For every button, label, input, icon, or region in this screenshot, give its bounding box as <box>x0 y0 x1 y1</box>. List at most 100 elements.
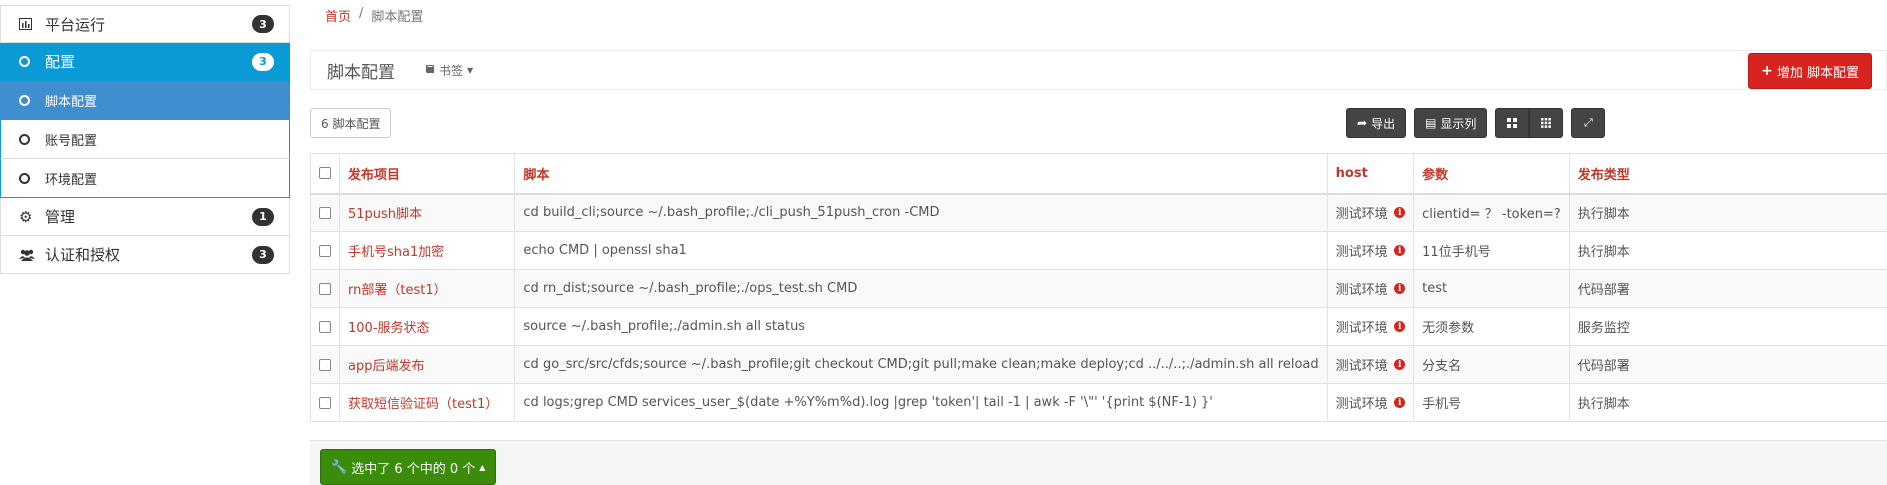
sidebar-item-label: 脚本配置 <box>45 94 98 110</box>
row-params: 无须参数 <box>1413 307 1570 346</box>
bookmark-label: 书签 <box>439 63 464 78</box>
columns-button[interactable]: ▤ 显示列 <box>1414 108 1488 138</box>
select-all-cell <box>310 153 340 194</box>
view-toggle <box>1495 108 1564 138</box>
row-checkbox[interactable] <box>319 206 331 219</box>
columns-label: 显示列 <box>1440 116 1477 131</box>
table-row: 获取短信验证码（test1） cd logs;grep CMD services… <box>310 383 1887 422</box>
share-icon: ➦ <box>1357 116 1368 130</box>
row-type: 执行脚本 <box>1568 193 1887 232</box>
caret-down-icon: ▼ <box>467 65 474 75</box>
sidebar-item-manage[interactable]: ⚙ 管理 1 <box>0 198 290 236</box>
table-row: app后端发布 cd go_src/src/cfds;source ~/.bas… <box>310 345 1887 384</box>
row-project-link[interactable]: 获取短信验证码（test1） <box>338 383 516 422</box>
row-host: 测试环境 <box>1335 207 1388 223</box>
column-header-script[interactable]: 脚本 <box>514 153 1328 194</box>
record-count: 6 脚本配置 <box>310 108 392 138</box>
sidebar-item-label: 认证和授权 <box>45 246 121 264</box>
selection-label: 选中了 6 个中的 0 个 <box>351 461 476 477</box>
row-script: cd rn_dist;source ~/.bash_profile;./ops_… <box>514 269 1328 308</box>
sidebar-item-script-config[interactable]: 脚本配置 <box>0 81 290 120</box>
row-type: 执行脚本 <box>1568 231 1887 270</box>
table-row: 51push脚本 cd build_cli;source ~/.bash_pro… <box>310 193 1887 232</box>
grid-small-icon[interactable] <box>1529 108 1564 138</box>
row-params: 手机号 <box>1413 383 1570 422</box>
row-params: clientid= ？ -token=? <box>1413 193 1570 232</box>
row-host: 测试环境 <box>1335 283 1388 298</box>
row-project-link[interactable]: app后端发布 <box>338 345 516 384</box>
row-host: 测试环境 <box>1335 397 1388 412</box>
select-all-checkbox[interactable] <box>319 167 331 180</box>
sidebar-item-label: 环境配置 <box>45 172 98 188</box>
circle-icon <box>19 133 37 145</box>
sidebar: 平台运行 3 配置 3 脚本配置 账号配置 环境配置 ⚙ 管理 1 认证和授权 … <box>0 5 290 274</box>
script-config-table: 发布项目 脚本 host 参数 发布类型 51push脚本 cd build_c… <box>310 153 1887 422</box>
row-checkbox[interactable] <box>319 244 331 257</box>
row-checkbox[interactable] <box>319 396 331 409</box>
sidebar-item-env-config[interactable]: 环境配置 <box>0 159 290 198</box>
gear-icon: ⚙ <box>19 207 33 226</box>
table-toolbar: ➦ 导出 ▤ 显示列 ⤢ <box>1346 108 1606 138</box>
column-header-type[interactable]: 发布类型 <box>1568 153 1887 194</box>
info-icon[interactable]: i <box>1394 321 1406 332</box>
row-project-link[interactable]: 51push脚本 <box>338 193 516 232</box>
circle-icon <box>19 172 37 184</box>
row-checkbox[interactable] <box>319 320 331 333</box>
sidebar-item-account-config[interactable]: 账号配置 <box>0 120 290 159</box>
row-host: 测试环境 <box>1335 321 1388 336</box>
column-header-project[interactable]: 发布项目 <box>338 153 516 194</box>
info-icon[interactable]: i <box>1394 397 1406 408</box>
bar-chart-icon <box>19 18 37 30</box>
row-host: 测试环境 <box>1335 245 1388 260</box>
table-row: 100-服务状态 source ~/.bash_profile;./admin.… <box>310 307 1887 346</box>
actions-footer: 🔧 选中了 6 个中的 0 个 ▲ <box>310 440 1887 485</box>
info-icon[interactable]: i <box>1394 359 1406 370</box>
row-type: 服务监控 <box>1568 307 1887 346</box>
count-badge: 1 <box>252 207 274 226</box>
breadcrumb: 首页 / 脚本配置 <box>325 6 423 25</box>
fullscreen-icon[interactable]: ⤢ <box>1571 108 1606 138</box>
sidebar-item-label: 配置 <box>45 53 76 71</box>
row-host: 测试环境 <box>1335 359 1388 374</box>
table-row: 手机号sha1加密 echo CMD | openssl sha1 测试环境 i … <box>310 231 1887 270</box>
add-script-config-button[interactable]: + 增加 脚本配置 <box>1748 53 1872 89</box>
row-script: echo CMD | openssl sha1 <box>514 231 1328 270</box>
row-project-link[interactable]: 手机号sha1加密 <box>338 231 516 270</box>
breadcrumb-home[interactable]: 首页 <box>325 6 351 25</box>
row-params: test <box>1413 269 1570 308</box>
export-label: 导出 <box>1371 116 1396 131</box>
circle-icon <box>19 56 37 67</box>
info-icon[interactable]: i <box>1394 207 1406 219</box>
sidebar-item-platform[interactable]: 平台运行 3 <box>0 5 290 43</box>
sidebar-item-label: 平台运行 <box>45 15 106 34</box>
row-project-link[interactable]: 100-服务状态 <box>338 307 516 346</box>
row-checkbox[interactable] <box>319 282 331 295</box>
info-icon[interactable]: i <box>1394 245 1406 256</box>
row-type: 代码部署 <box>1568 345 1887 384</box>
row-checkbox[interactable] <box>319 358 331 371</box>
circle-icon <box>19 94 37 106</box>
page-header: 脚本配置 书签 ▼ + 增加 脚本配置 <box>310 50 1887 90</box>
page-title: 脚本配置 <box>327 62 395 83</box>
row-script: cd build_cli;source ~/.bash_profile;./cl… <box>514 193 1328 232</box>
info-icon[interactable]: i <box>1394 283 1406 294</box>
row-script: source ~/.bash_profile;./admin.sh all st… <box>514 307 1328 346</box>
wrench-icon: 🔧 <box>331 459 348 475</box>
export-button[interactable]: ➦ 导出 <box>1346 108 1407 138</box>
table-header-row: 发布项目 脚本 host 参数 发布类型 <box>310 153 1887 194</box>
row-script: cd go_src/src/cfds;source ~/.bash_profil… <box>514 345 1328 384</box>
grid-large-icon[interactable] <box>1495 108 1530 138</box>
breadcrumb-separator: / <box>359 6 364 21</box>
column-header-host[interactable]: host <box>1326 153 1415 194</box>
bookmark-dropdown[interactable]: 书签 ▼ <box>425 62 473 79</box>
sidebar-item-label: 管理 <box>45 208 76 226</box>
sidebar-item-auth[interactable]: 认证和授权 3 <box>0 236 290 274</box>
row-project-link[interactable]: rn部署（test1） <box>338 269 516 308</box>
row-type: 代码部署 <box>1568 269 1887 308</box>
selection-actions-button[interactable]: 🔧 选中了 6 个中的 0 个 ▲ <box>320 449 497 485</box>
sidebar-item-label: 账号配置 <box>45 133 98 149</box>
sidebar-item-config[interactable]: 配置 3 <box>0 43 290 81</box>
column-header-params[interactable]: 参数 <box>1413 153 1570 194</box>
breadcrumb-current: 脚本配置 <box>371 10 424 25</box>
add-button-label: 增加 脚本配置 <box>1776 65 1859 81</box>
